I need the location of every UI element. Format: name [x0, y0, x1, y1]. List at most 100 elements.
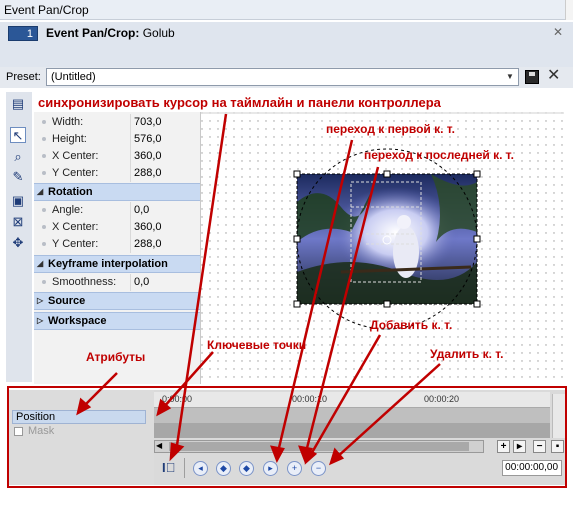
zoom-in-icon[interactable]: + — [497, 440, 510, 453]
preset-select[interactable]: (Untitled) ▼ — [46, 68, 519, 86]
ruler-tick: 00:00:10 — [292, 394, 328, 404]
track-mask[interactable]: Mask — [12, 425, 146, 438]
bullet-icon — [42, 242, 46, 246]
prop-key: Y Center: — [52, 167, 99, 179]
properties-icon[interactable]: ▤ — [10, 95, 26, 111]
prop-key: Height: — [52, 133, 87, 145]
ruler-tick: 0:00:00 — [162, 394, 193, 404]
collapse-arrow-icon[interactable]: ◢ — [37, 259, 43, 268]
prop-value[interactable]: 576,0 — [134, 133, 162, 145]
section-keyframe-interpolation[interactable]: ◢ Keyframe interpolation — [34, 255, 200, 273]
annotation-delete-kf: Удалить к. т. — [430, 347, 504, 361]
dialog-close-icon[interactable]: ✕ — [553, 26, 565, 38]
scroll-thumb[interactable] — [169, 442, 469, 451]
collapse-arrow-icon[interactable]: ◢ — [37, 187, 43, 196]
prop-separator — [130, 219, 131, 236]
prop-row-height[interactable]: Height: 576,0 — [34, 131, 200, 148]
prop-row-x-center[interactable]: X Center: 360,0 — [34, 148, 200, 165]
fill-frame-icon[interactable]: ▣ — [10, 192, 26, 208]
annotation-attributes: Атрибуты — [86, 350, 146, 364]
prop-key: X Center: — [52, 150, 99, 162]
first-keyframe-icon[interactable]: ◂ — [193, 461, 208, 476]
prop-key: X Center: — [52, 221, 99, 233]
prop-value[interactable]: 703,0 — [134, 116, 162, 128]
section-source[interactable]: ▷ Source — [34, 292, 200, 310]
preset-label: Preset: — [6, 71, 41, 83]
properties-panel: Width: 703,0 Height: 576,0 X Center: 360,0 … — [34, 112, 200, 384]
canvas-image — [297, 174, 477, 304]
dialog-title: Event Pan/Crop: Golub — [46, 26, 175, 40]
prop-value[interactable]: 0,0 — [134, 204, 149, 216]
last-keyframe-icon[interactable]: ▸ — [263, 461, 278, 476]
delete-preset-icon[interactable]: ✕ — [547, 67, 560, 85]
dialog-title-bold: Event Pan/Crop: — [46, 26, 140, 40]
prop-value[interactable]: 288,0 — [134, 238, 162, 250]
timecode-display: 00:00:00,00 — [502, 460, 562, 476]
bullet-icon — [42, 137, 46, 141]
section-workspace[interactable]: ▷ Workspace — [34, 312, 200, 330]
delete-keyframe-icon[interactable]: − — [311, 461, 326, 476]
zoom-out-icon[interactable]: − — [533, 440, 546, 453]
annotation-sync: синхронизировать курсор на таймлайн и па… — [38, 95, 441, 110]
zoom-icon[interactable]: ⌕ — [10, 148, 26, 164]
save-preset-icon[interactable] — [525, 70, 539, 84]
section-label: Workspace — [48, 315, 107, 327]
prop-key: Smoothness: — [52, 276, 117, 288]
expand-arrow-icon[interactable]: ▷ — [37, 296, 43, 305]
annotation-first-kf: переход к первой к. т. — [326, 122, 455, 136]
prop-row-smoothness[interactable]: Smoothness: 0,0 — [34, 274, 200, 291]
prop-key: Y Center: — [52, 238, 99, 250]
bullet-icon — [42, 208, 46, 212]
mask-checkbox[interactable] — [14, 427, 23, 436]
prop-separator — [130, 236, 131, 253]
prop-row-rot-x-center[interactable]: X Center: 360,0 — [34, 219, 200, 236]
bullet-icon — [42, 154, 46, 158]
window-titlebar: Event Pan/Crop — [0, 0, 573, 20]
timeline-vertical-scrollbar[interactable] — [552, 394, 566, 438]
prop-row-angle[interactable]: Angle: 0,0 — [34, 202, 200, 219]
pointer-icon[interactable]: ↖ — [10, 127, 26, 143]
sync-cursor-icon[interactable]: I⃝ — [162, 459, 178, 476]
collapse-icon[interactable]: ▪ — [551, 440, 564, 453]
prop-value[interactable]: 288,0 — [134, 167, 162, 179]
move-icon[interactable]: ✥ — [10, 234, 26, 250]
bullet-icon — [42, 120, 46, 124]
annotation-add-kf: Добавить к. т. — [370, 318, 453, 332]
crop-icon[interactable]: ⊠ — [10, 213, 26, 229]
preset-value: (Untitled) — [51, 71, 96, 83]
mask-label: Mask — [28, 425, 55, 437]
window-title: Event Pan/Crop — [4, 3, 89, 17]
prop-value[interactable]: 0,0 — [134, 276, 149, 288]
prop-key: Angle: — [52, 204, 84, 216]
toolbar-separator — [184, 458, 185, 478]
titlebar-scrollbar[interactable] — [565, 0, 573, 20]
track-number-badge: 1 — [8, 26, 38, 41]
timeline-ruler[interactable]: 0:00:00 00:00:10 00:00:20 — [154, 392, 550, 408]
prop-value[interactable]: 360,0 — [134, 150, 162, 162]
expand-icon[interactable]: ▸ — [513, 440, 526, 453]
annotation-last-kf: переход к последней к. т. — [364, 148, 514, 162]
next-keyframe-icon[interactable]: ◆ — [239, 461, 254, 476]
section-label: Keyframe interpolation — [48, 258, 168, 270]
prop-separator — [130, 165, 131, 182]
edit-icon[interactable]: ✎ — [10, 168, 26, 184]
bullet-icon — [42, 280, 46, 284]
prop-separator — [130, 274, 131, 291]
timeline-horizontal-scrollbar[interactable]: ◀ — [154, 440, 484, 453]
expand-arrow-icon[interactable]: ▷ — [37, 316, 43, 325]
section-rotation[interactable]: ◢ Rotation — [34, 183, 200, 201]
prop-row-rot-y-center[interactable]: Y Center: 288,0 — [34, 236, 200, 253]
prop-value[interactable]: 360,0 — [134, 221, 162, 233]
annotation-keyframes: Ключевые точки — [207, 338, 307, 352]
prop-row-width[interactable]: Width: 703,0 — [34, 114, 200, 131]
event-pan-crop-window: { "window": { "title": "Event Pan/Crop" … — [0, 0, 573, 518]
prev-keyframe-icon[interactable]: ◆ — [216, 461, 231, 476]
scroll-left-icon[interactable]: ◀ — [156, 441, 162, 450]
track-position[interactable]: Position — [12, 410, 146, 424]
keyframe-track-mask[interactable] — [154, 423, 550, 438]
prop-separator — [130, 131, 131, 148]
prop-row-y-center[interactable]: Y Center: 288,0 — [34, 165, 200, 182]
chevron-down-icon[interactable]: ▼ — [504, 70, 516, 84]
ruler-tick: 00:00:20 — [424, 394, 460, 404]
add-keyframe-icon[interactable]: + — [287, 461, 302, 476]
